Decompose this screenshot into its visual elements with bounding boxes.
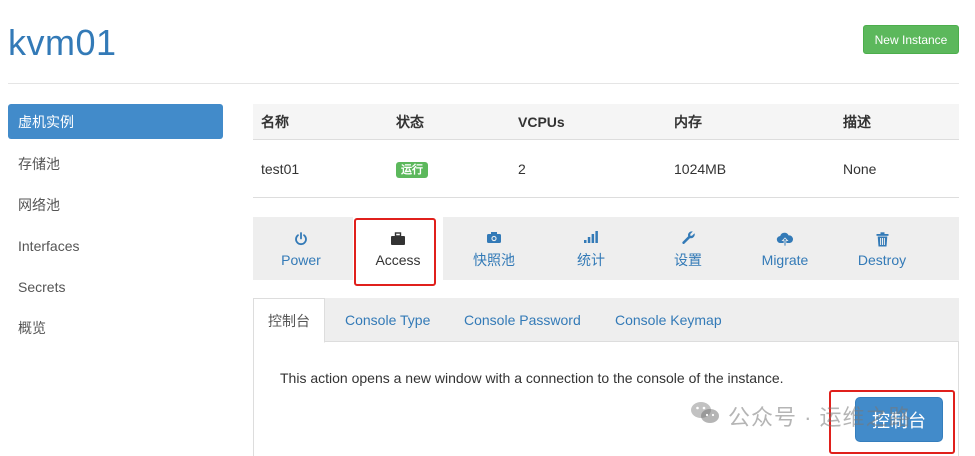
power-icon [294, 229, 308, 249]
action-label: 统计 [577, 252, 605, 268]
sidebar-item-interfaces[interactable]: Interfaces [8, 225, 223, 266]
instance-table: 名称 状态 VCPUs 内存 描述 test01 运行 2 1024MB Non… [253, 104, 959, 198]
page-title: kvm01 [8, 22, 117, 63]
action-label: 快照池 [473, 252, 515, 268]
cell-description: None [843, 160, 877, 177]
sidebar-item-instances[interactable]: 虚机实例 [8, 104, 223, 139]
action-label: 设置 [674, 252, 702, 268]
action-stats[interactable]: 统计 [545, 217, 637, 280]
signal-bars-icon [583, 227, 599, 247]
column-header-vcpus: VCPUs [518, 113, 565, 130]
cell-vcpus: 2 [518, 160, 526, 177]
table-header: 名称 状态 VCPUs 内存 描述 [253, 104, 959, 140]
console-description: This action opens a new window with a co… [280, 370, 784, 386]
column-header-status: 状态 [396, 113, 424, 130]
watermark-text: 公众号 · 运维之路 [728, 405, 912, 430]
tab-console-type[interactable]: Console Type [345, 298, 430, 342]
wrench-icon [681, 227, 696, 247]
action-power[interactable]: Power [255, 217, 347, 280]
wechat-icon [690, 400, 720, 432]
sidebar-item-overview[interactable]: 概览 [8, 307, 223, 348]
table-row: test01 运行 2 1024MB None [253, 140, 959, 198]
sidebar-item-storage[interactable]: 存储池 [8, 143, 223, 184]
highlight-box-access [354, 218, 436, 286]
tab-console[interactable]: 控制台 [253, 298, 325, 343]
cell-memory: 1024MB [674, 160, 727, 177]
column-header-memory: 内存 [674, 113, 702, 130]
action-migrate[interactable]: Migrate [739, 217, 831, 280]
trash-icon [876, 229, 889, 249]
action-snapshots[interactable]: 快照池 [448, 217, 540, 280]
page-header: kvm01 New Instance [8, 0, 959, 84]
action-label: Power [281, 252, 321, 268]
action-label: Migrate [761, 252, 809, 268]
watermark: 公众号 · 运维之路 [690, 400, 912, 432]
sidebar-item-secrets[interactable]: Secrets [8, 266, 223, 307]
action-destroy[interactable]: Destroy [836, 217, 928, 280]
action-settings[interactable]: 设置 [642, 217, 734, 280]
tab-console-keymap[interactable]: Console Keymap [615, 298, 722, 342]
sidebar: 虚机实例 存储池 网络池 Interfaces Secrets 概览 [8, 104, 223, 348]
sidebar-item-networks[interactable]: 网络池 [8, 184, 223, 225]
column-header-name: 名称 [261, 113, 289, 130]
status-badge-cell: 运行 [396, 160, 428, 178]
status-badge: 运行 [396, 162, 428, 178]
cell-name: test01 [261, 160, 300, 177]
action-label: Destroy [857, 252, 907, 268]
console-tabs: 控制台 Console Type Console Password Consol… [253, 298, 959, 343]
column-header-description: 描述 [843, 113, 871, 130]
camera-icon [486, 227, 502, 247]
tab-console-password[interactable]: Console Password [464, 298, 581, 342]
cloud-upload-icon [776, 229, 794, 249]
new-instance-button[interactable]: New Instance [863, 25, 959, 54]
